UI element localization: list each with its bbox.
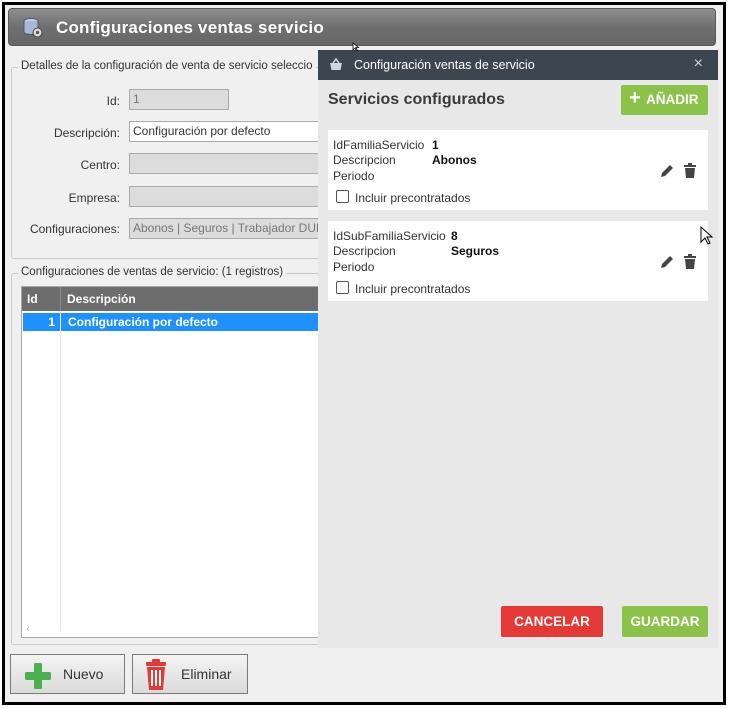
plus-icon xyxy=(25,663,51,689)
descripcion-field[interactable]: Configuración por defecto xyxy=(129,121,321,142)
card-value-id: 1 xyxy=(432,138,439,152)
list-legend: Configuraciones de ventas de servicio: (… xyxy=(18,266,287,278)
card-key-periodo: Periodo xyxy=(333,169,375,183)
card-value-descripcion: Abonos xyxy=(432,153,477,167)
centro-label: Centro: xyxy=(80,158,120,172)
dialog-header: Configuración ventas de servicio × xyxy=(318,50,718,80)
pencil-icon[interactable] xyxy=(659,163,675,179)
cancel-button[interactable]: CANCELAR xyxy=(501,606,603,637)
trash-icon[interactable] xyxy=(683,163,697,179)
empresa-field[interactable] xyxy=(129,186,321,207)
card-key-id: IdFamiliaServicio xyxy=(333,138,425,152)
service-card: IdFamiliaServicio 1 Descripcion Abonos P… xyxy=(328,130,708,210)
trash-icon[interactable] xyxy=(683,254,697,270)
table-header: Id Descripción xyxy=(22,287,320,311)
nuevo-label: Nuevo xyxy=(63,666,104,682)
empresa-label: Empresa: xyxy=(68,191,120,205)
incluir-precontratados-label: Incluir precontratados xyxy=(355,282,471,296)
table-row[interactable]: 1 Configuración por defecto xyxy=(23,313,321,331)
service-card: IdSubFamiliaServicio 8 Descripcion Segur… xyxy=(328,221,708,301)
bottom-toolbar: Nuevo Eliminar xyxy=(8,648,716,700)
save-button[interactable]: GUARDAR xyxy=(622,606,708,637)
column-id[interactable]: Id xyxy=(27,292,38,306)
row-descripcion: Configuración por defecto xyxy=(68,315,218,329)
card-value-descripcion: Seguros xyxy=(451,244,500,258)
pencil-icon[interactable] xyxy=(659,254,675,270)
configuraciones-label: Configuraciones: xyxy=(29,222,120,236)
id-field[interactable]: 1 xyxy=(129,89,229,110)
mouse-cursor-icon xyxy=(352,42,360,52)
eliminar-button[interactable]: Eliminar xyxy=(132,654,248,694)
nuevo-button[interactable]: Nuevo xyxy=(10,654,125,694)
incluir-precontratados-checkbox[interactable] xyxy=(336,281,349,294)
eliminar-label: Eliminar xyxy=(181,666,232,682)
card-key-periodo: Periodo xyxy=(333,260,375,274)
title-bar: Configuraciones ventas servicio xyxy=(8,8,716,46)
incluir-precontratados-checkbox[interactable] xyxy=(336,190,349,203)
dialog-title: Configuración ventas de servicio xyxy=(354,58,535,72)
window-title: Configuraciones ventas servicio xyxy=(56,18,324,37)
column-descripcion[interactable]: Descripción xyxy=(67,292,136,306)
card-key-descripcion: Descripcion xyxy=(333,153,396,167)
add-service-button[interactable]: + AÑADIR xyxy=(621,85,708,115)
mouse-cursor-icon xyxy=(700,226,714,245)
scroll-left-arrow[interactable]: ‹ xyxy=(26,624,30,635)
descripcion-label: Descripción: xyxy=(53,126,120,140)
database-gear-icon xyxy=(23,18,43,38)
service-config-dialog: Configuración ventas de servicio × Servi… xyxy=(318,50,718,648)
details-legend: Detalles de la configuración de venta de… xyxy=(18,60,316,72)
trash-icon xyxy=(146,659,166,690)
id-label: Id: xyxy=(106,94,120,108)
close-icon[interactable]: × xyxy=(694,55,703,73)
dialog-subtitle: Servicios configurados xyxy=(328,91,505,108)
configuraciones-field[interactable]: Abonos | Seguros | Trabajador DUE xyxy=(129,218,321,239)
plus-icon: + xyxy=(629,87,641,109)
configurations-table: Id Descripción 1 Configuración por defec… xyxy=(21,286,321,638)
add-label: AÑADIR xyxy=(646,92,699,107)
incluir-precontratados-label: Incluir precontratados xyxy=(355,191,471,205)
row-id: 1 xyxy=(48,315,55,329)
card-key-descripcion: Descripcion xyxy=(333,244,396,258)
basket-icon xyxy=(330,57,342,70)
centro-field[interactable] xyxy=(129,153,321,174)
card-key-id: IdSubFamiliaServicio xyxy=(333,229,446,243)
card-value-id: 8 xyxy=(451,229,458,243)
